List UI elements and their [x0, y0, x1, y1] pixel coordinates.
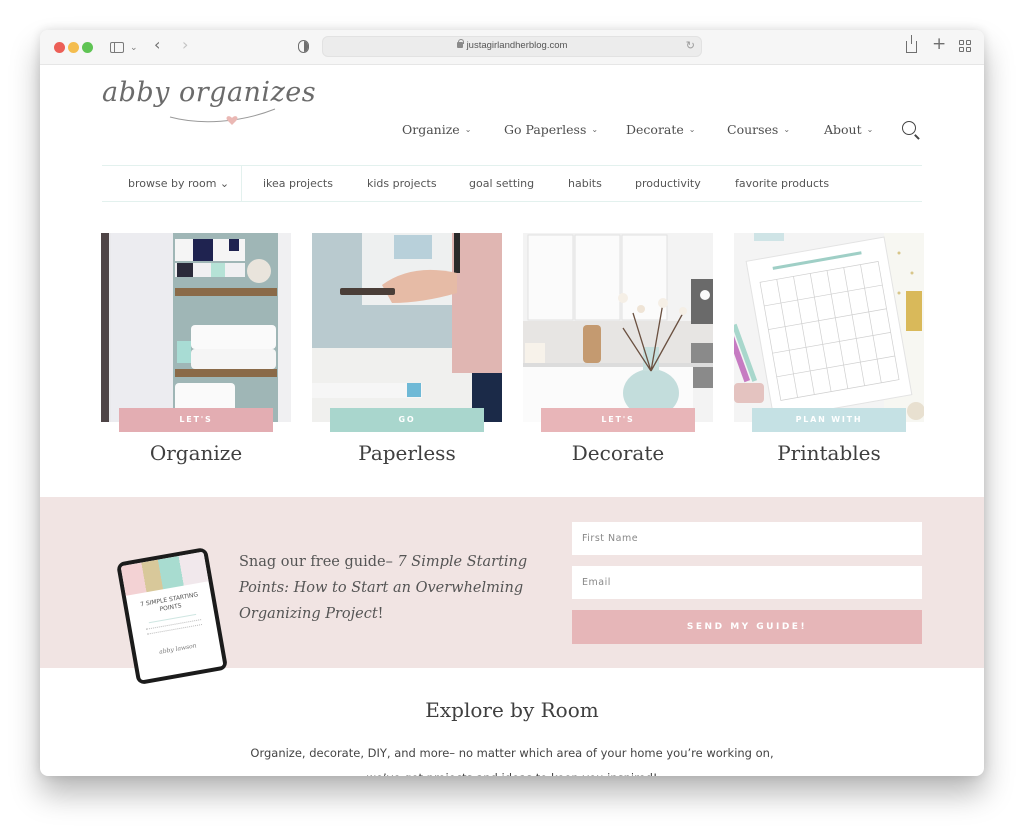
nav-label: About — [824, 122, 862, 137]
card-printables[interactable]: PLAN WITH Printables — [734, 233, 924, 473]
card-label: GO — [330, 408, 484, 432]
card-image-linen-closet[interactable] — [101, 233, 291, 422]
nav-organize[interactable]: Organize ⌄ — [402, 122, 471, 137]
site-logo[interactable]: abby organizes — [100, 73, 316, 128]
explore-title: Explore by Room — [425, 698, 599, 722]
reload-icon[interactable]: ↻ — [686, 39, 695, 52]
browser-toolbar: ⌄ ‹ › justagirlandherblog.com ↻ + — [40, 30, 984, 65]
nav-label: Go Paperless — [504, 122, 587, 137]
subnav-favorite-products[interactable]: favorite products — [735, 177, 829, 190]
subnav-ikea-projects[interactable]: ikea projects — [263, 177, 333, 190]
close-window-button[interactable] — [54, 42, 65, 53]
card-label: PLAN WITH — [752, 408, 906, 432]
card-label: LET'S — [541, 408, 695, 432]
subnav-kids-projects[interactable]: kids projects — [367, 177, 437, 190]
browser-window: ⌄ ‹ › justagirlandherblog.com ↻ + abby o… — [40, 30, 984, 776]
card-organize[interactable]: LET'S Organize — [101, 233, 291, 473]
forward-icon[interactable]: › — [182, 36, 188, 54]
card-image-phone-scan[interactable] — [312, 233, 502, 422]
chevron-down-icon: ⌄ — [783, 125, 791, 134]
subnav-productivity[interactable]: productivity — [635, 177, 701, 190]
url-text: justagirlandherblog.com — [466, 40, 568, 51]
card-image-kitchen-vase[interactable] — [523, 233, 713, 422]
first-name-input[interactable] — [572, 522, 922, 555]
logo-heart-icon — [169, 108, 276, 125]
card-title[interactable]: Paperless — [312, 441, 502, 465]
zoom-window-button[interactable] — [82, 42, 93, 53]
secondary-nav: browse by room ⌄ ikea projects kids proj… — [102, 165, 922, 202]
card-label: LET'S — [119, 408, 273, 432]
nav-label: Courses — [727, 122, 779, 137]
subnav-goal-setting[interactable]: goal setting — [469, 177, 534, 190]
email-input[interactable] — [572, 566, 922, 599]
tablet-signature: abby lawson — [158, 642, 198, 656]
nav-label: Organize — [402, 122, 460, 137]
privacy-shield-icon[interactable] — [298, 40, 309, 53]
chevron-down-icon: ⌄ — [591, 125, 599, 134]
nav-go-paperless[interactable]: Go Paperless ⌄ — [504, 122, 598, 137]
card-title[interactable]: Organize — [101, 441, 291, 465]
subnav-divider — [241, 166, 242, 201]
tablet-title: 7 SIMPLE STARTING POINTS — [139, 591, 199, 614]
back-icon[interactable]: ‹ — [154, 36, 160, 54]
url-display[interactable]: justagirlandherblog.com — [323, 39, 701, 51]
optin-description: Snag our free guide– 7 Simple Starting P… — [239, 549, 549, 627]
optin-text-plain: Snag our free guide– — [239, 554, 398, 570]
optin-text-end: ! — [377, 606, 384, 622]
chevron-down-icon: ⌄ — [688, 125, 696, 134]
card-image-calendar-printable[interactable] — [734, 233, 924, 422]
tablet-screen: 7 SIMPLE STARTING POINTS abby lawson — [120, 551, 224, 681]
subnav-habits[interactable]: habits — [568, 177, 602, 190]
send-my-guide-button[interactable]: SEND MY GUIDE! — [572, 610, 922, 644]
nav-courses[interactable]: Courses ⌄ — [727, 122, 790, 137]
card-decorate[interactable]: LET'S Decorate — [523, 233, 713, 473]
tablet-photo — [120, 551, 209, 596]
new-tab-icon[interactable]: + — [932, 35, 946, 53]
minimize-window-button[interactable] — [68, 42, 79, 53]
web-page: abby organizes Organize ⌄ Go Paperless ⌄ D… — [40, 65, 984, 776]
lock-icon — [456, 39, 464, 48]
chevron-down-icon[interactable]: ⌄ — [130, 39, 138, 57]
optin-section: 7 SIMPLE STARTING POINTS abby lawson Sna… — [40, 497, 984, 686]
search-icon[interactable] — [902, 121, 916, 135]
chevron-down-icon: ⌄ — [464, 125, 472, 134]
chevron-down-icon: ⌄ — [866, 125, 874, 134]
nav-about[interactable]: About ⌄ — [824, 122, 873, 137]
sidebar-icon[interactable] — [110, 42, 124, 53]
nav-decorate[interactable]: Decorate ⌄ — [626, 122, 696, 137]
card-title[interactable]: Decorate — [523, 441, 713, 465]
tab-overview-icon[interactable] — [959, 40, 971, 52]
guide-tablet-image: 7 SIMPLE STARTING POINTS abby lawson — [116, 547, 229, 686]
explore-description: Organize, decorate, DIY, and more– no ma… — [250, 746, 774, 776]
card-title[interactable]: Printables — [734, 441, 924, 465]
subnav-browse-by-room[interactable]: browse by room ⌄ — [128, 177, 229, 190]
share-icon[interactable] — [906, 35, 917, 53]
card-paperless[interactable]: GO Paperless — [312, 233, 502, 473]
nav-label: Decorate — [626, 122, 684, 137]
address-bar[interactable]: justagirlandherblog.com ↻ — [322, 36, 702, 57]
